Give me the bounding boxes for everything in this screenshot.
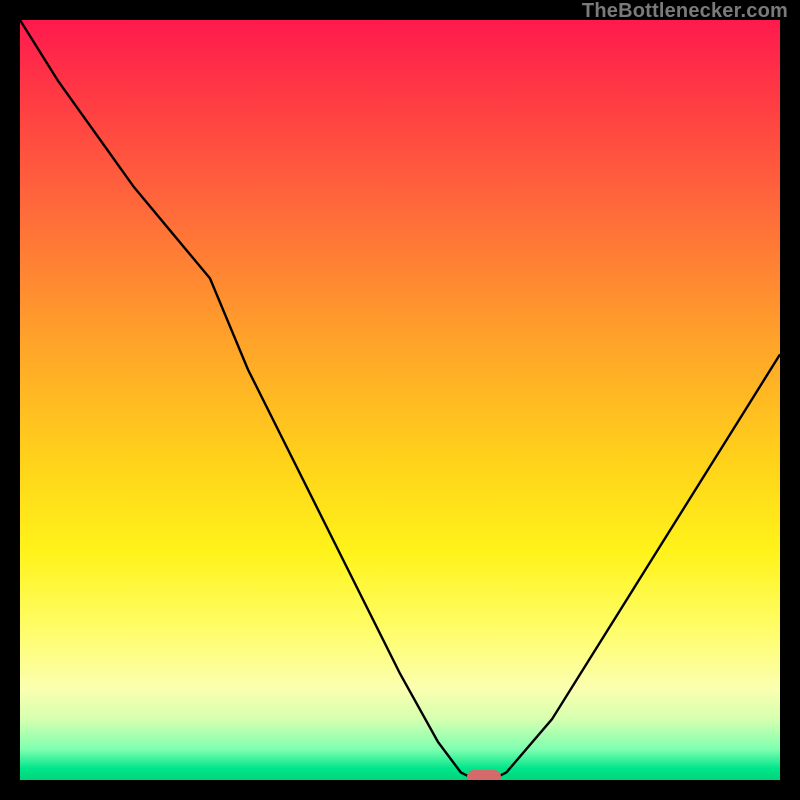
plot-area [20,20,780,780]
chart-frame: TheBottlenecker.com [0,0,800,800]
bottleneck-curve [20,20,780,780]
curve-path [20,20,780,780]
optimal-marker [467,770,501,780]
